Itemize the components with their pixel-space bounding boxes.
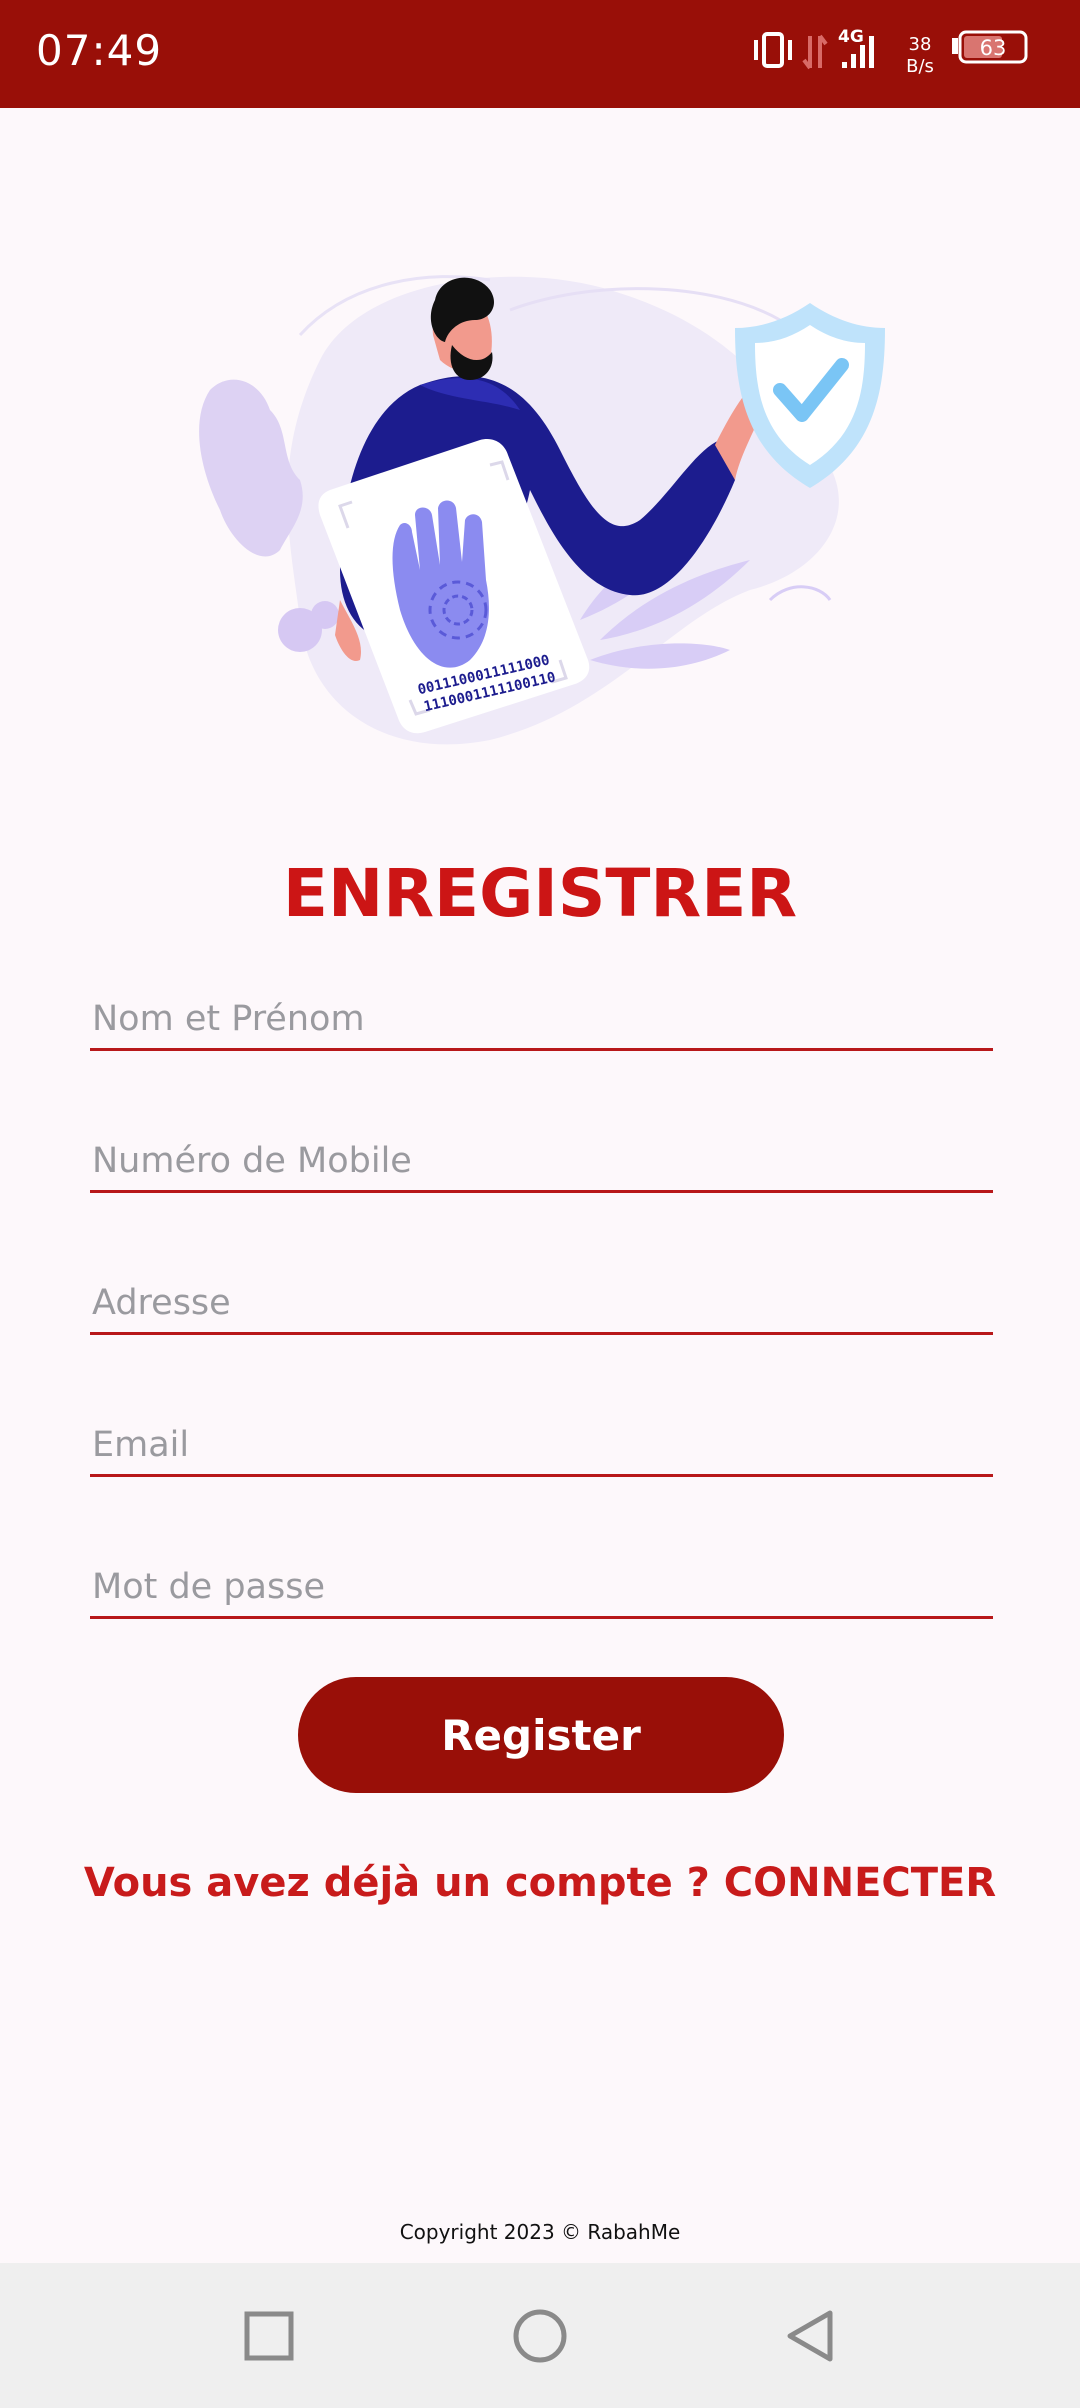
status-bar: 07:49 4G 38 B/s 63 — [0, 0, 1080, 108]
recents-square-icon[interactable] — [238, 2305, 300, 2367]
battery-icon: 63 — [952, 30, 1028, 64]
register-button[interactable]: Register — [298, 1677, 784, 1793]
speed-value: 38 — [909, 34, 932, 55]
navigation-bar — [0, 2263, 1080, 2408]
speed-unit: B/s — [906, 56, 934, 77]
status-time: 07:49 — [36, 26, 163, 75]
address-input[interactable] — [90, 1282, 997, 1324]
password-input[interactable] — [90, 1566, 997, 1608]
mobile-input[interactable] — [90, 1140, 997, 1182]
battery-level: 63 — [980, 36, 1007, 60]
address-field[interactable] — [90, 1262, 997, 1335]
name-input[interactable] — [90, 998, 997, 1040]
back-triangle-icon[interactable] — [780, 2305, 842, 2367]
page-title: ENREGISTRER — [282, 855, 798, 932]
network-type: 4G — [838, 27, 864, 47]
hero-illustration: 0011100011111000 1110001111100110 — [190, 240, 890, 780]
name-field[interactable] — [90, 978, 997, 1051]
home-circle-icon[interactable] — [509, 2305, 571, 2367]
vibrate-icon — [754, 32, 792, 68]
mobile-field[interactable] — [90, 1120, 997, 1193]
password-field[interactable] — [90, 1546, 997, 1619]
status-icons: 4G 38 B/s 63 — [750, 24, 1050, 84]
copyright-text: Copyright 2023 © RabahMe — [399, 2220, 681, 2244]
login-link[interactable]: Vous avez déjà un compte ? CONNECTER — [0, 1860, 1080, 1906]
email-input[interactable] — [90, 1424, 997, 1466]
email-field[interactable] — [90, 1404, 997, 1477]
data-arrows-icon — [802, 34, 828, 70]
